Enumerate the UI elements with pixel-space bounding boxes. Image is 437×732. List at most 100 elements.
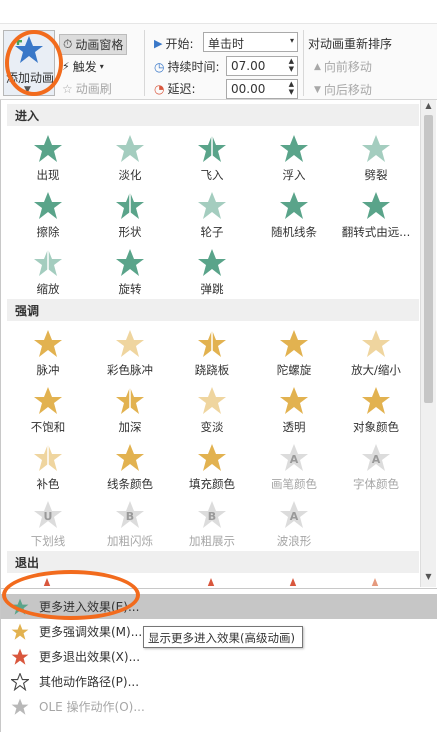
star-fly-in-icon — [198, 135, 226, 162]
emphasis-effect-label: 加粗展示 — [189, 534, 235, 548]
entrance-effect-label: 淡化 — [118, 168, 142, 182]
emphasis-effect-4[interactable]: 陀螺旋 — [253, 323, 335, 379]
move-earlier-button[interactable]: ▲ 向前移动 — [314, 58, 372, 75]
chevron-down-icon: ▾ — [99, 62, 104, 71]
entrance-effect-7[interactable]: 形状 — [89, 185, 171, 241]
star-fade-icon — [116, 135, 144, 162]
emphasis-effect-5[interactable]: 放大/缩小 — [335, 323, 417, 379]
entrance-effect-10[interactable]: 翻转式由远... — [335, 185, 417, 241]
entrance-effect-11[interactable]: 缩放 — [7, 242, 89, 298]
emphasis-effect-8[interactable]: 变淡 — [171, 380, 253, 436]
svg-text:B: B — [126, 510, 134, 523]
move-later-button[interactable]: ▼ 向后移动 — [314, 81, 372, 98]
emphasis-effect-label: 跷跷板 — [194, 363, 230, 377]
clock-icon: ◷ — [154, 59, 165, 74]
entrance-effect-9[interactable]: 随机线条 — [253, 185, 335, 241]
annotation-circle-more-entrance — [2, 570, 140, 620]
emphasis-effect-10[interactable]: 对象颜色 — [335, 380, 417, 436]
menu-item-label: 更多退出效果(X)... — [39, 650, 141, 664]
animation-pane-icon: ⏱ — [63, 37, 73, 51]
animation-painter-button[interactable]: ☆ 动画刷 — [62, 80, 112, 97]
star-darken-icon — [116, 387, 144, 414]
star-lighten-icon — [198, 387, 226, 414]
star-random-bars-icon — [280, 192, 308, 219]
star-wheel-icon — [198, 192, 226, 219]
svg-text:A: A — [290, 453, 299, 466]
entrance-effect-12[interactable]: 旋转 — [89, 242, 171, 298]
emphasis-effect-11[interactable]: 补色 — [7, 437, 89, 493]
svg-text:A: A — [290, 510, 299, 523]
spinner-icon[interactable]: ▲ ▼ — [289, 57, 294, 73]
emphasis-effect-3[interactable]: 跷跷板 — [171, 323, 253, 379]
emphasis-effect-9[interactable]: 透明 — [253, 380, 335, 436]
entrance-effect-8[interactable]: 轮子 — [171, 185, 253, 241]
spinner-icon[interactable]: ▲ ▼ — [289, 80, 294, 96]
scrollbar-thumb[interactable] — [424, 115, 433, 403]
menu-item-4[interactable]: 其他动作路径(P)... — [1, 669, 437, 694]
star-spin-icon — [280, 330, 308, 357]
start-dropdown[interactable]: 单击时 ▾ — [203, 32, 298, 52]
star-desaturate-icon — [34, 387, 62, 414]
emphasis-effect-6[interactable]: 不饱和 — [7, 380, 89, 436]
emphasis-effect-13[interactable]: 填充颜色 — [171, 437, 253, 493]
start-value: 单击时 — [208, 37, 245, 51]
reorder-title: 对动画重新排序 — [308, 37, 393, 51]
entrance-effect-label: 出现 — [36, 168, 60, 182]
entrance-effect-3[interactable]: 飞入 — [171, 128, 253, 184]
scroll-down-icon[interactable]: ▼ — [421, 572, 436, 586]
emphasis-effect-label: 对象颜色 — [353, 420, 399, 434]
entrance-effect-13[interactable]: 弹跳 — [171, 242, 253, 298]
emphasis-effect-label: 加深 — [118, 420, 142, 434]
star-teeter-icon — [198, 330, 226, 357]
emphasis-effect-label: 下划线 — [30, 534, 66, 548]
tooltip: 显示更多进入效果(高级动画) — [143, 626, 303, 648]
trigger-icon: ⚡ — [62, 60, 70, 73]
emphasis-effect-15: A 字体颜色 — [335, 437, 417, 493]
exit-effect-partial-2[interactable] — [191, 575, 231, 586]
entrance-effect-label: 劈裂 — [364, 168, 388, 182]
entrance-effect-label: 缩放 — [36, 282, 60, 296]
svg-text:A: A — [372, 453, 381, 466]
star-swivel-icon — [116, 249, 144, 276]
delay-stepper[interactable]: 00.00 ▲ ▼ — [226, 79, 298, 99]
entrance-effect-label: 擦除 — [36, 225, 60, 239]
animation-pane-button[interactable]: ⏱ 动画窗格 — [59, 34, 128, 55]
scroll-up-icon[interactable]: ▲ — [421, 101, 436, 115]
star-grow-shrink-icon — [362, 330, 390, 357]
gallery-scrollbar[interactable]: ▲ ▼ — [420, 100, 436, 587]
emphasis-effect-1[interactable]: 脉冲 — [7, 323, 89, 379]
section-header-emphasis: 强调 — [7, 299, 419, 321]
emphasis-effect-label: 画笔颜色 — [271, 477, 317, 491]
emphasis-effect-label: 补色 — [36, 477, 60, 491]
star-appear-icon — [34, 135, 62, 162]
entrance-effect-5[interactable]: 劈裂 — [335, 128, 417, 184]
duration-value: 07.00 — [231, 59, 266, 73]
entrance-effect-label: 弹跳 — [200, 282, 224, 296]
emphasis-effect-12[interactable]: 线条颜色 — [89, 437, 171, 493]
star-transparency-icon — [280, 387, 308, 414]
entrance-effect-1[interactable]: 出现 — [7, 128, 89, 184]
entrance-effect-label: 轮子 — [200, 225, 224, 239]
entrance-effect-4[interactable]: 浮入 — [253, 128, 335, 184]
duration-stepper[interactable]: 07.00 ▲ ▼ — [226, 56, 298, 76]
entrance-effect-6[interactable]: 擦除 — [7, 185, 89, 241]
exit-star-icon — [289, 578, 297, 586]
triangle-up-icon: ▲ — [314, 61, 321, 72]
trigger-label: 触发 — [72, 60, 97, 74]
emphasis-effect-7[interactable]: 加深 — [89, 380, 171, 436]
exit-effect-partial-3[interactable] — [273, 575, 313, 586]
animation-painter-label: 动画刷 — [75, 82, 112, 96]
entrance-effect-label: 旋转 — [118, 282, 142, 296]
emphasis-effect-2[interactable]: 彩色脉冲 — [89, 323, 171, 379]
annotation-circle-add-animation — [5, 30, 63, 96]
start-label: ▶ 开始: — [154, 37, 194, 51]
emphasis-effect-label: 彩色脉冲 — [107, 363, 153, 377]
ole-gear-icon — [11, 698, 29, 715]
menu-item-label: 更多强调效果(M)... — [39, 625, 143, 639]
emphasis-effect-16: U 下划线 — [7, 494, 89, 550]
exit-effect-partial-4[interactable] — [355, 575, 395, 586]
ribbon-separator — [303, 30, 304, 96]
trigger-button[interactable]: ⚡ 触发 ▾ — [62, 58, 104, 75]
entrance-effect-2[interactable]: 淡化 — [89, 128, 171, 184]
menu-item-5: OLE 操作动作(O)... — [1, 694, 437, 719]
